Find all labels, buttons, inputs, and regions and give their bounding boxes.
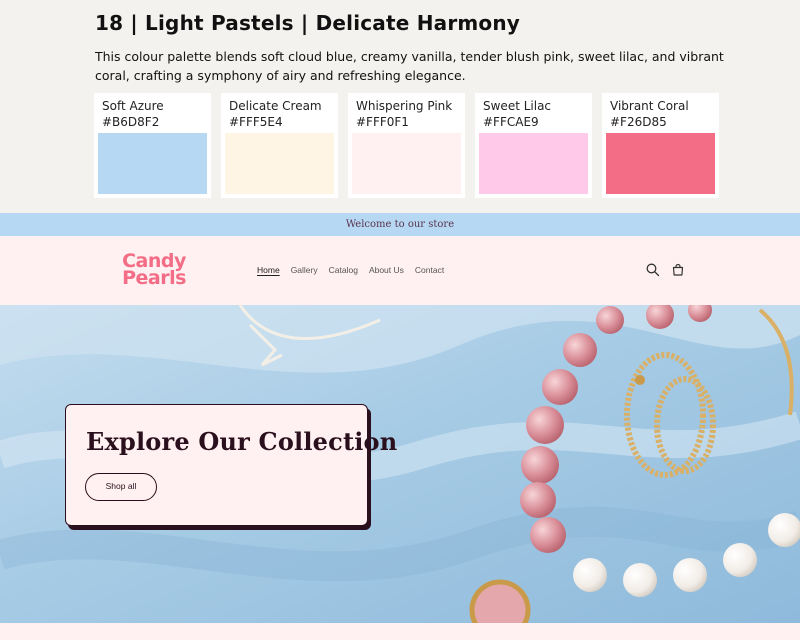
swatch-card: Whispering Pink #FFF0F1 [348, 93, 465, 198]
swatch-name: Delicate Cream [229, 99, 322, 113]
swatch-list: Soft Azure #B6D8F2 Delicate Cream #FFF5E… [94, 93, 719, 198]
nav-contact[interactable]: Contact [415, 265, 444, 275]
hero-banner: Explore Our Collection Shop all [0, 305, 800, 623]
swatch-hex: #FFCAE9 [483, 115, 539, 129]
palette-title: 18 | Light Pastels | Delicate Harmony [95, 11, 521, 35]
shop-all-button[interactable]: Shop all [85, 473, 157, 501]
logo[interactable]: Candy Pearls [114, 252, 194, 289]
search-icon[interactable] [645, 262, 661, 278]
main-nav: Home Gallery Catalog About Us Contact [257, 265, 455, 275]
hero-card: Explore Our Collection Shop all [65, 404, 397, 526]
swatch-hex: #FFF0F1 [356, 115, 409, 129]
swatch-card: Soft Azure #B6D8F2 [94, 93, 211, 198]
swatch-hex: #FFF5E4 [229, 115, 283, 129]
site-header: Candy Pearls Home Gallery Catalog About … [0, 236, 800, 305]
swatch-name: Sweet Lilac [483, 99, 552, 113]
swatch-card: Delicate Cream #FFF5E4 [221, 93, 338, 198]
swatch-name: Vibrant Coral [610, 99, 689, 113]
swatch-card: Vibrant Coral #F26D85 [602, 93, 719, 198]
nav-home[interactable]: Home [257, 265, 280, 275]
logo-line-2: Pearls [122, 267, 186, 289]
swatch-color [225, 133, 334, 194]
swatch-hex: #B6D8F2 [102, 115, 160, 129]
section-divider [0, 623, 800, 640]
swatch-name: Soft Azure [102, 99, 164, 113]
palette-section: 18 | Light Pastels | Delicate Harmony Th… [0, 0, 800, 213]
cart-icon[interactable] [670, 262, 686, 278]
swatch-name: Whispering Pink [356, 99, 453, 113]
swatch-card: Sweet Lilac #FFCAE9 [475, 93, 592, 198]
announcement-bar: Welcome to our store [0, 213, 800, 236]
nav-gallery[interactable]: Gallery [291, 265, 318, 275]
swatch-color [606, 133, 715, 194]
swatch-hex: #F26D85 [610, 115, 667, 129]
palette-description: This colour palette blends soft cloud bl… [95, 49, 724, 83]
swatch-color [479, 133, 588, 194]
swatch-color [98, 133, 207, 194]
nav-catalog[interactable]: Catalog [329, 265, 358, 275]
hero-title: Explore Our Collection [86, 427, 398, 456]
swatch-color [352, 133, 461, 194]
nav-about-us[interactable]: About Us [369, 265, 404, 275]
